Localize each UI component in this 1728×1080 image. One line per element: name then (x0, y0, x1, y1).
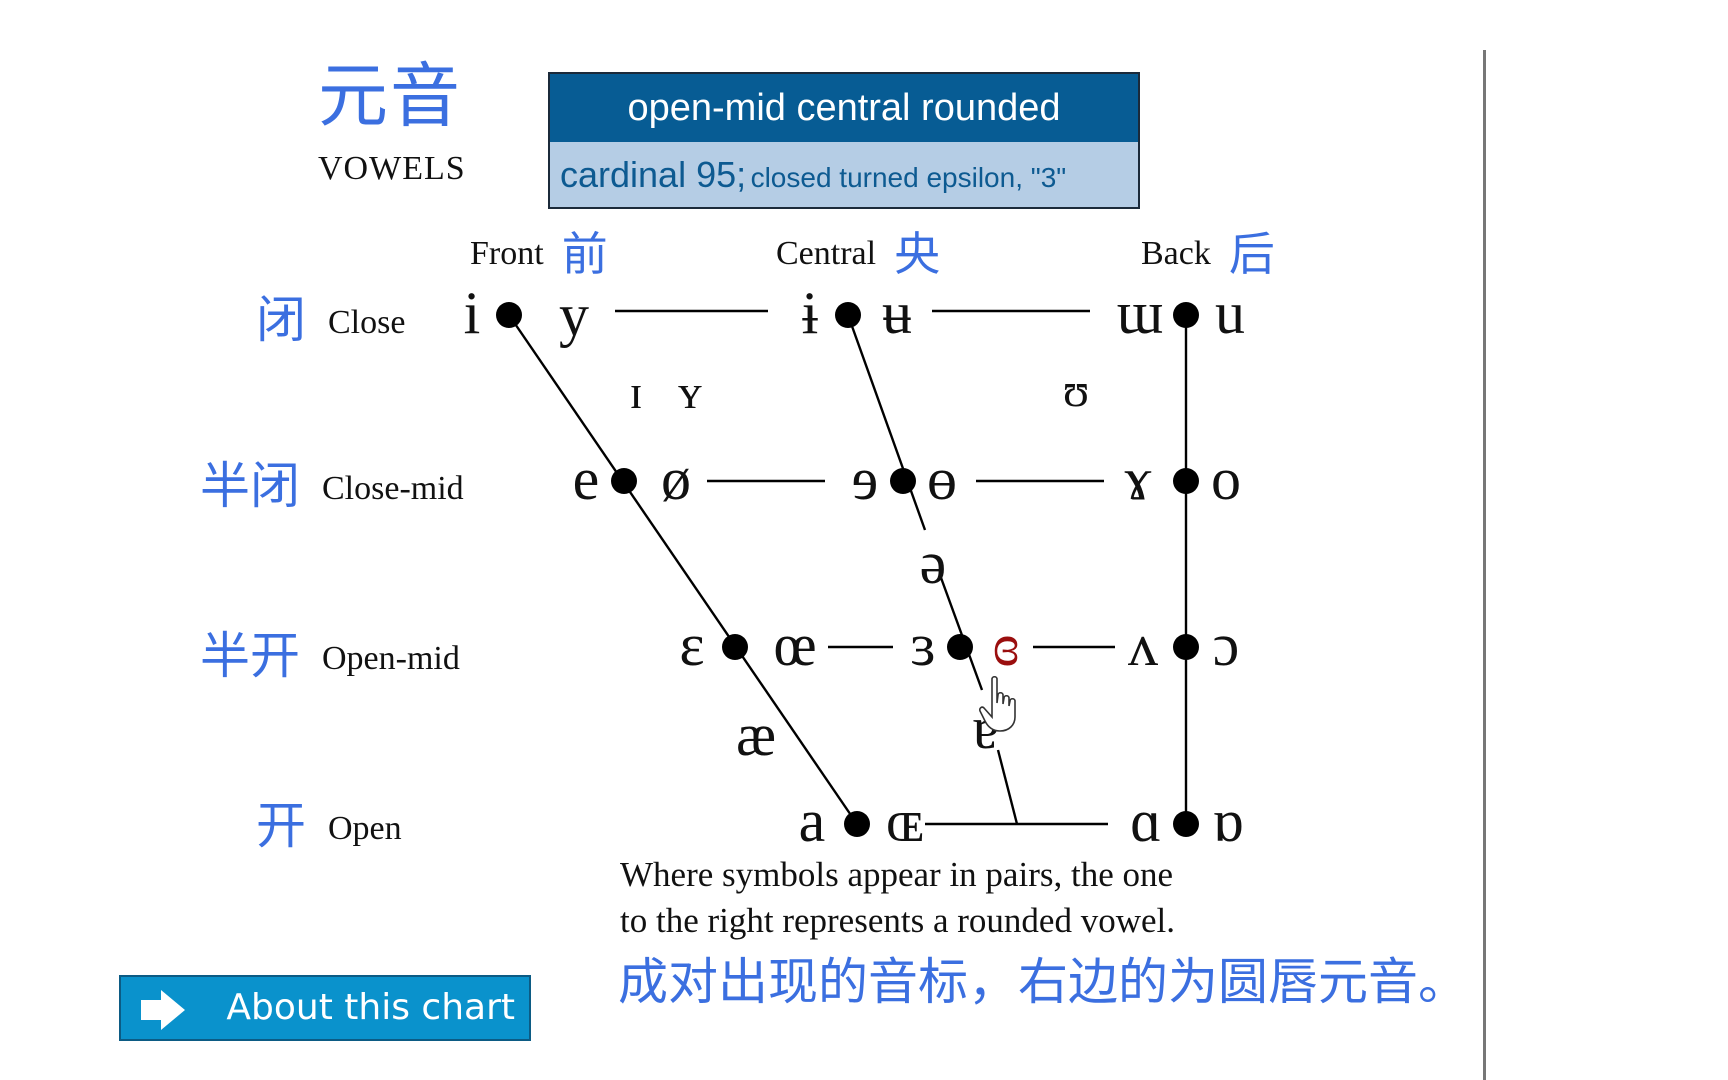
vowel-y[interactable]: y (559, 285, 589, 345)
vowel-dot-open-mid-back (1173, 634, 1199, 660)
vowel-reversed-epsilon[interactable]: ɜ (910, 615, 935, 675)
vowel-dot-open-back (1173, 811, 1199, 837)
vowel-dot-close-back (1173, 302, 1199, 328)
vowel-barred-o[interactable]: ɵ (927, 449, 957, 509)
vowel-u[interactable]: u (1215, 283, 1245, 343)
vowel-reversed-e[interactable]: ɘ (852, 449, 879, 509)
vowel-turned-v[interactable]: ʌ (1128, 615, 1158, 675)
note-line-1: Where symbols appear in pairs, the one (620, 855, 1174, 894)
vowel-epsilon[interactable]: ɛ (679, 615, 704, 675)
about-chart-label: About this chart (226, 987, 515, 1028)
vowel-upsilon[interactable]: ʊ (1063, 361, 1089, 421)
vowel-i[interactable]: i (464, 283, 481, 343)
vowel-schwa[interactable]: ə (920, 533, 947, 593)
vowel-o[interactable]: o (1211, 449, 1241, 509)
vowel-ash[interactable]: æ (736, 705, 776, 765)
panel-divider (1483, 50, 1486, 1080)
rounded-vowel-note-chinese: 成对出现的音标，右边的为圆唇元音。 (618, 953, 1468, 1011)
vowel-script-a[interactable]: ɑ (1130, 791, 1161, 851)
vowel-dot-open-mid-front (722, 634, 748, 660)
vowel-dot-close-mid-front (611, 468, 637, 494)
vowel-dot-close-central (835, 302, 861, 328)
vowel-slashed-o[interactable]: ø (661, 449, 691, 509)
rounded-vowel-note: Where symbols appear in pairs, the one t… (620, 852, 1175, 944)
vowel-dot-close-mid-back (1173, 468, 1199, 494)
central-line-bottom (996, 749, 1019, 825)
vowel-barred-u[interactable]: ʉ (882, 283, 912, 343)
about-chart-button[interactable]: About this chart (119, 975, 531, 1041)
vowel-ram-horns[interactable]: ɤ (1125, 449, 1152, 509)
vowel-barred-i[interactable]: ɨ (802, 283, 819, 343)
vowel-dot-close-front (496, 302, 522, 328)
note-line-2: to the right represents a rounded vowel. (620, 901, 1175, 940)
vowel-open-o[interactable]: ɔ (1213, 615, 1240, 675)
vowel-turned-script-a[interactable]: ɒ (1212, 791, 1243, 851)
vowel-e[interactable]: e (573, 449, 600, 509)
vowel-dot-open-front (844, 811, 870, 837)
arrow-right-icon (141, 990, 185, 1030)
vowel-closed-reversed-epsilon-highlighted[interactable]: ɞ (993, 615, 1020, 675)
vowel-small-capital-oe[interactable]: ɶ (886, 791, 924, 851)
vowel-small-capital-i[interactable]: ɪ (629, 363, 642, 423)
vowel-oe-ligature[interactable]: œ (773, 615, 816, 675)
vowel-small-capital-y[interactable]: ʏ (678, 363, 702, 423)
hand-cursor-icon (979, 675, 1016, 732)
vowel-dot-close-mid-central (890, 468, 916, 494)
vowel-a[interactable]: a (799, 791, 826, 851)
vowel-turned-m[interactable]: ɯ (1117, 283, 1164, 343)
vowel-dot-open-mid-central (947, 634, 973, 660)
